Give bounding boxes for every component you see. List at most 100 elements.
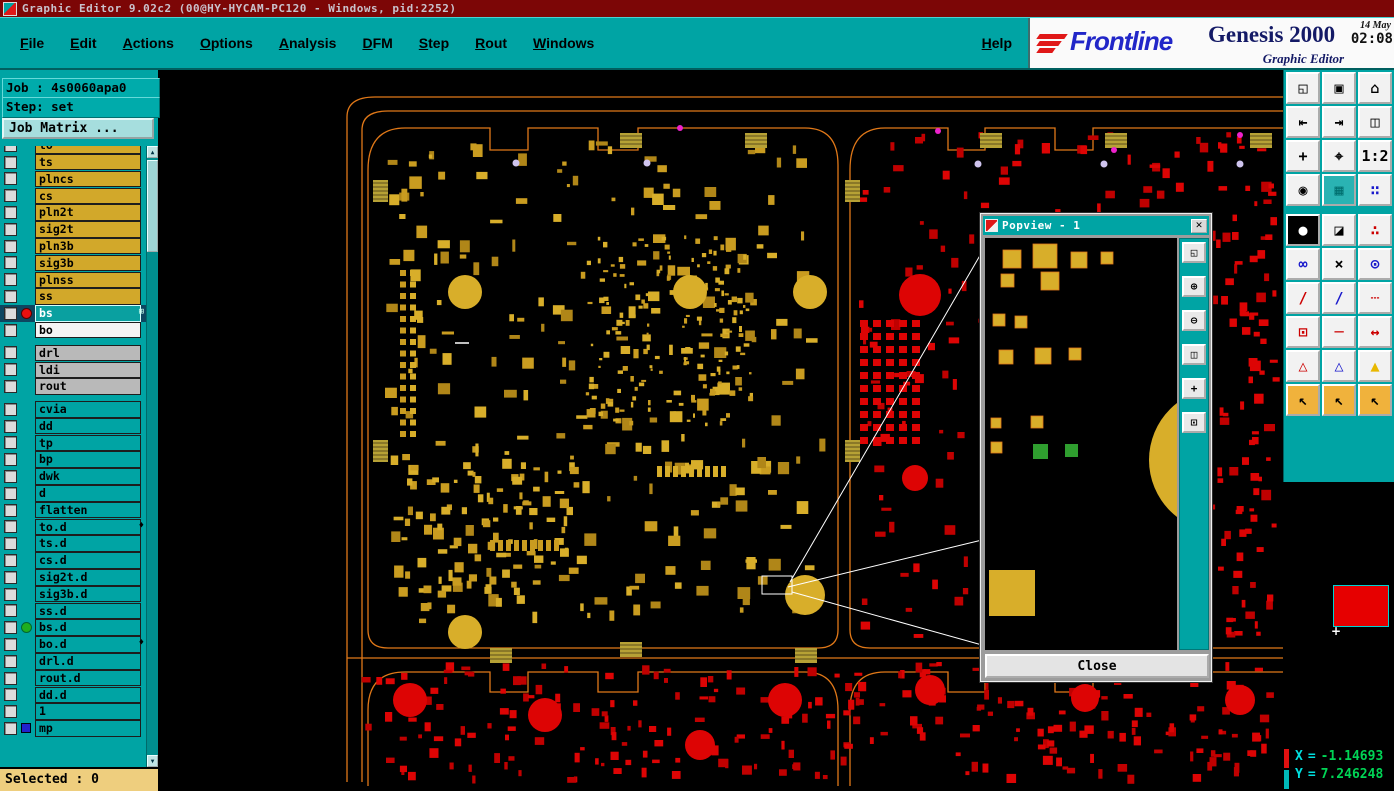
scroll-up-icon[interactable]: ▲ bbox=[147, 146, 158, 158]
layer-checkbox[interactable] bbox=[4, 290, 17, 304]
layer-sig2t[interactable]: sig2t bbox=[35, 221, 141, 238]
pan-view-icon[interactable]: + bbox=[1286, 140, 1320, 172]
menu-file[interactable]: File bbox=[20, 35, 44, 51]
layer-bs[interactable]: bs bbox=[35, 305, 141, 322]
layer-checkbox[interactable] bbox=[4, 537, 17, 551]
layer-dd[interactable]: dd bbox=[35, 417, 141, 435]
popview-title-bar[interactable]: Popview - 1 ✕ bbox=[983, 216, 1209, 235]
layer-checkbox[interactable] bbox=[4, 380, 17, 394]
layer-cvia[interactable]: cvia bbox=[35, 401, 141, 418]
menu-analysis[interactable]: Analysis bbox=[279, 35, 337, 51]
red-line-icon[interactable]: ─ bbox=[1322, 316, 1356, 348]
title-bar[interactable]: Graphic Editor 9.02c2 (00@HY-HYCAM-PC120… bbox=[0, 0, 1394, 17]
layer-to[interactable]: to bbox=[35, 146, 141, 154]
snap-grid-icon[interactable]: ∷ bbox=[1358, 174, 1392, 206]
layer-plnss[interactable]: plnss bbox=[35, 271, 141, 289]
layer-checkbox[interactable] bbox=[4, 189, 17, 203]
layer-checkbox[interactable] bbox=[4, 436, 17, 450]
popview-canvas[interactable] bbox=[985, 238, 1293, 650]
layer-checkbox[interactable] bbox=[4, 323, 17, 337]
measure-red-icon[interactable]: / bbox=[1286, 282, 1320, 314]
layer-rout.d[interactable]: rout.d bbox=[35, 669, 141, 687]
layer-checkbox[interactable] bbox=[4, 222, 17, 236]
cursor-menu-icon[interactable]: ↖ bbox=[1358, 384, 1392, 416]
layer-sig3b[interactable]: sig3b bbox=[35, 254, 141, 272]
popview-window[interactable]: Popview - 1 ✕ ◱ ⊕ ⊖ ◫ + ⊡ Close bbox=[979, 212, 1293, 683]
scroll-down-icon[interactable]: ▼ bbox=[147, 755, 158, 767]
layer-bo[interactable]: bo bbox=[35, 321, 141, 339]
popview-fit-icon[interactable]: ⊡ bbox=[1182, 412, 1206, 433]
window-scale-icon[interactable]: ◫ bbox=[1358, 106, 1392, 138]
shade-mode-icon[interactable]: ◪ bbox=[1322, 214, 1356, 246]
drc-blue-triangle-icon[interactable]: △ bbox=[1322, 350, 1356, 382]
screen-copy-icon[interactable]: ◱ bbox=[1286, 72, 1320, 104]
layer-checkbox[interactable] bbox=[4, 688, 17, 702]
layer-ss.d[interactable]: ss.d bbox=[35, 602, 141, 620]
layer-bo.d[interactable]: bo.d bbox=[35, 636, 141, 653]
layer-checkbox[interactable] bbox=[4, 587, 17, 601]
layer-checkbox[interactable] bbox=[4, 486, 17, 500]
layer-checkbox[interactable] bbox=[4, 570, 17, 584]
layer-cs.d[interactable]: cs.d bbox=[35, 552, 141, 569]
layer-mp[interactable]: mp bbox=[35, 720, 141, 737]
home-view-icon[interactable]: ⌂ bbox=[1358, 72, 1392, 104]
layer-checkbox[interactable] bbox=[4, 453, 17, 467]
clear-highlight-icon[interactable]: × bbox=[1322, 248, 1356, 280]
layer-drl.d[interactable]: drl.d bbox=[35, 653, 141, 670]
layer-checkbox[interactable] bbox=[4, 705, 17, 719]
drc-yellow-triangle-icon[interactable]: ▲ bbox=[1358, 350, 1392, 382]
view-prev-icon[interactable]: ⇤ bbox=[1286, 106, 1320, 138]
layer-ss[interactable]: ss bbox=[35, 288, 141, 305]
select-points-icon[interactable]: ∴ bbox=[1358, 214, 1392, 246]
popview-pan-icon[interactable]: + bbox=[1182, 378, 1206, 399]
net-connect-icon[interactable]: ∞ bbox=[1286, 248, 1320, 280]
layer-checkbox[interactable] bbox=[4, 256, 17, 270]
layer-to.d[interactable]: to.d bbox=[35, 518, 141, 536]
menu-options[interactable]: Options bbox=[200, 35, 253, 51]
layer-bs.d[interactable]: bs.d bbox=[35, 619, 141, 636]
monitor-icon[interactable]: ▣ bbox=[1322, 72, 1356, 104]
layer-checkbox[interactable] bbox=[4, 554, 17, 568]
layer-checkbox[interactable] bbox=[4, 470, 17, 484]
layer-checkbox[interactable] bbox=[4, 671, 17, 685]
layer-checkbox[interactable] bbox=[4, 146, 17, 152]
layer-checkbox[interactable] bbox=[4, 206, 17, 220]
pad-origin-icon[interactable]: ⊡ bbox=[1286, 316, 1320, 348]
menu-step[interactable]: Step bbox=[419, 35, 449, 51]
layer-sig3b.d[interactable]: sig3b.d bbox=[35, 585, 141, 603]
layer-checkbox[interactable] bbox=[4, 419, 17, 433]
layer-checkbox[interactable] bbox=[4, 604, 17, 618]
layer-checkbox[interactable] bbox=[4, 621, 17, 635]
layer-checkbox[interactable] bbox=[4, 239, 17, 253]
layer-checkbox[interactable] bbox=[4, 402, 17, 416]
layer-plncs[interactable]: plncs bbox=[35, 170, 141, 188]
dash-line-icon[interactable]: ┄ bbox=[1358, 282, 1392, 314]
popview-zoom-out-icon[interactable]: ⊖ bbox=[1182, 310, 1206, 331]
layer-bp[interactable]: bp bbox=[35, 451, 141, 468]
layer-cs[interactable]: cs bbox=[35, 187, 141, 205]
origin-icon[interactable]: ● bbox=[1286, 214, 1320, 246]
layer-checkbox[interactable] bbox=[4, 306, 17, 320]
layer-checkbox[interactable] bbox=[4, 721, 17, 735]
popview-prev-view-icon[interactable]: ◫ bbox=[1182, 344, 1206, 365]
center-target-icon[interactable]: ⌖ bbox=[1322, 140, 1356, 172]
redraw-icon[interactable]: ◉ bbox=[1286, 174, 1320, 206]
menu-dfm[interactable]: DFM bbox=[362, 35, 392, 51]
layer-list-scrollbar[interactable]: ▲ ▼ bbox=[146, 146, 158, 767]
layer-checkbox[interactable] bbox=[4, 346, 17, 360]
cursor-add-icon[interactable]: ↖ bbox=[1322, 384, 1356, 416]
scrollbar-thumb[interactable] bbox=[147, 160, 158, 252]
cursor-select-icon[interactable]: ↖ bbox=[1286, 384, 1320, 416]
scale-1-2-icon[interactable]: 1:2 bbox=[1358, 140, 1392, 172]
layer-checkbox[interactable] bbox=[4, 172, 17, 186]
highlight-net-icon[interactable]: ⊙ bbox=[1358, 248, 1392, 280]
popview-zoom-sel-icon[interactable]: ◱ bbox=[1182, 242, 1206, 263]
menu-actions[interactable]: Actions bbox=[123, 35, 174, 51]
layer-pln2t[interactable]: pln2t bbox=[35, 204, 141, 221]
layer-checkbox[interactable] bbox=[4, 654, 17, 668]
layer-sig2t.d[interactable]: sig2t.d bbox=[35, 569, 141, 586]
layer-checkbox[interactable] bbox=[4, 520, 17, 534]
layer-checkbox[interactable] bbox=[4, 273, 17, 287]
layer-ts[interactable]: ts bbox=[35, 153, 141, 171]
layer-drl[interactable]: drl bbox=[35, 344, 141, 362]
